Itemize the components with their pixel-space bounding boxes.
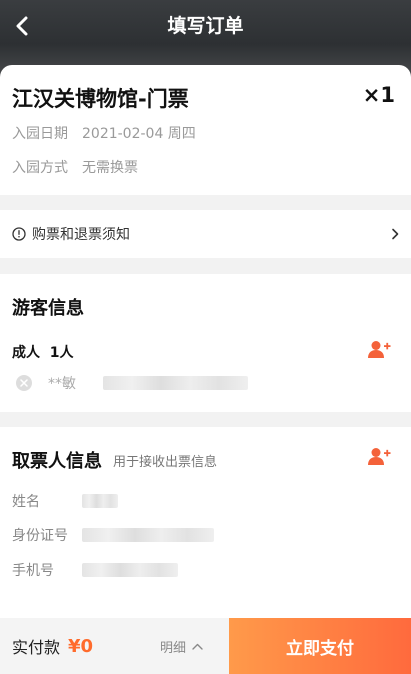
pay-amount: ¥0	[68, 635, 94, 657]
id-field-redacted[interactable]	[82, 528, 214, 542]
close-icon	[20, 379, 28, 387]
entry-date-value: 2021-02-04 周四	[82, 126, 196, 142]
visitor-id-redacted	[103, 376, 248, 390]
pay-now-button[interactable]: 立即支付	[229, 618, 411, 674]
adult-count: 1人	[49, 345, 74, 361]
page-title: 填写订单	[167, 15, 244, 37]
phone-field-row[interactable]: 手机号	[12, 560, 178, 580]
phone-field-redacted[interactable]	[82, 563, 178, 577]
name-field-redacted[interactable]	[82, 494, 118, 508]
select-contact-button[interactable]	[367, 445, 391, 469]
pay-label: 实付款	[12, 638, 61, 657]
remove-visitor-button[interactable]	[16, 375, 32, 391]
entry-date-label: 入园日期	[12, 126, 68, 142]
chevron-up-icon	[192, 643, 203, 650]
ticket-quantity: ×1	[362, 83, 395, 107]
detail-label: 明细	[159, 640, 186, 656]
add-visitor-button[interactable]	[367, 338, 391, 362]
id-field-label: 身份证号	[12, 528, 68, 544]
adult-count-label: 成人 1人	[12, 342, 74, 362]
entry-date-row: 入园日期 2021-02-04 周四	[12, 123, 196, 143]
ticket-notice-row[interactable]: 购票和退票须知	[0, 210, 411, 258]
entry-method-value: 无需换票	[82, 160, 138, 176]
bottom-pay-bar: 实付款 ¥0 明细 立即支付	[0, 618, 411, 674]
adult-label: 成人	[12, 345, 40, 361]
name-field-row[interactable]: 姓名	[12, 491, 118, 511]
entry-method-label: 入园方式	[12, 160, 68, 176]
ticket-name: 江汉关博物馆-门票	[12, 87, 189, 111]
pay-summary: 实付款 ¥0 明细	[0, 618, 229, 674]
price-detail-button[interactable]: 明细	[160, 637, 203, 656]
phone-field-label: 手机号	[12, 563, 54, 579]
pickup-section-subtitle: 用于接收出票信息	[113, 455, 218, 470]
pickup-info-card: 取票人信息 用于接收出票信息 姓名 身份证号 手机号	[0, 427, 411, 618]
ticket-card: 江汉关博物馆-门票 ×1 入园日期 2021-02-04 周四 入园方式 无需换…	[0, 65, 411, 195]
pickup-section-title: 取票人信息	[12, 451, 102, 472]
name-field-label: 姓名	[12, 494, 40, 510]
visitor-section-title: 游客信息	[12, 298, 84, 319]
visitor-item: **敏	[16, 372, 395, 394]
notice-label: 购票和退票须知	[32, 227, 130, 243]
add-person-icon	[368, 448, 391, 465]
add-person-icon	[368, 341, 391, 358]
id-field-row[interactable]: 身份证号	[12, 525, 214, 545]
visitor-name: **敏	[48, 376, 76, 392]
info-circle-icon	[12, 227, 26, 241]
visitor-info-card: 游客信息 成人 1人 **敏	[0, 274, 411, 412]
chevron-right-icon	[392, 228, 399, 240]
entry-method-row: 入园方式 无需换票	[12, 157, 138, 177]
